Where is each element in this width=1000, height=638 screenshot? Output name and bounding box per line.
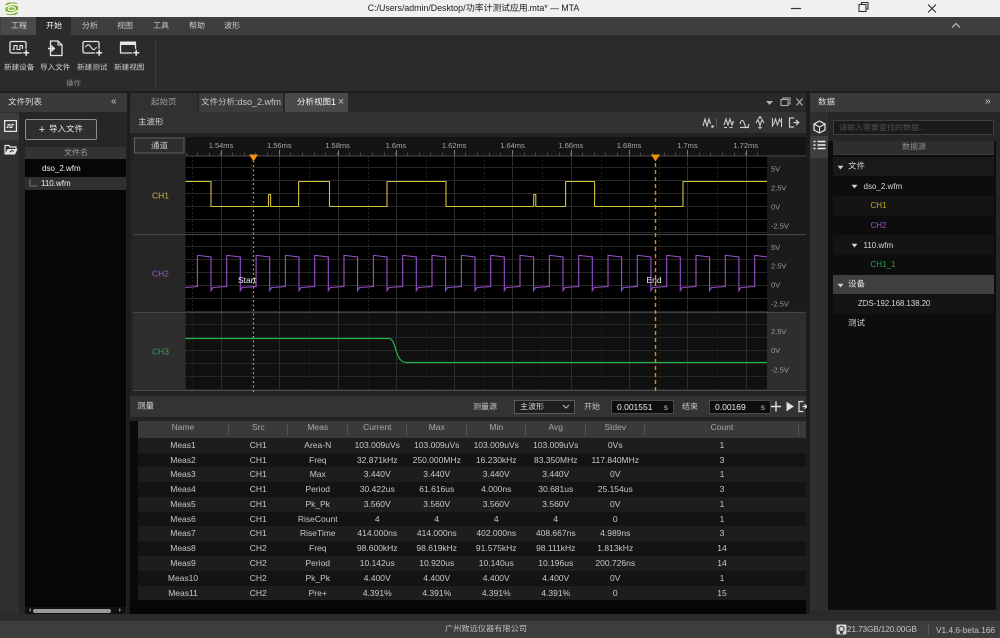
svg-text:1.72ms: 1.72ms: [733, 141, 758, 150]
svg-text:1.66ms: 1.66ms: [558, 141, 583, 150]
svg-text:-2.5V: -2.5V: [771, 221, 789, 230]
svg-text:0V: 0V: [771, 281, 780, 290]
svg-text:1.54ms: 1.54ms: [209, 141, 234, 150]
svg-text:CH1: CH1: [152, 191, 169, 201]
svg-text:1.56ms: 1.56ms: [267, 141, 292, 150]
svg-text:5V: 5V: [771, 165, 780, 174]
svg-text:2.5V: 2.5V: [771, 327, 786, 336]
svg-text:Start: Start: [238, 275, 257, 285]
svg-text:1.6ms: 1.6ms: [386, 141, 407, 150]
svg-text:2.5V: 2.5V: [771, 262, 786, 271]
svg-text:0V: 0V: [771, 202, 780, 211]
svg-text:-2.5V: -2.5V: [771, 300, 789, 309]
svg-text:1.62ms: 1.62ms: [442, 141, 467, 150]
svg-text:CH2: CH2: [152, 269, 169, 279]
svg-text:1.68ms: 1.68ms: [617, 141, 642, 150]
svg-text:2.5V: 2.5V: [771, 184, 786, 193]
svg-text:End: End: [646, 275, 661, 285]
svg-text:-2.5V: -2.5V: [771, 365, 789, 374]
svg-text:1.64ms: 1.64ms: [500, 141, 525, 150]
svg-text:0V: 0V: [771, 346, 780, 355]
svg-text:1.58ms: 1.58ms: [325, 141, 350, 150]
svg-text:1.7ms: 1.7ms: [677, 141, 698, 150]
svg-text:CH3: CH3: [152, 347, 169, 357]
svg-text:5V: 5V: [771, 243, 780, 252]
